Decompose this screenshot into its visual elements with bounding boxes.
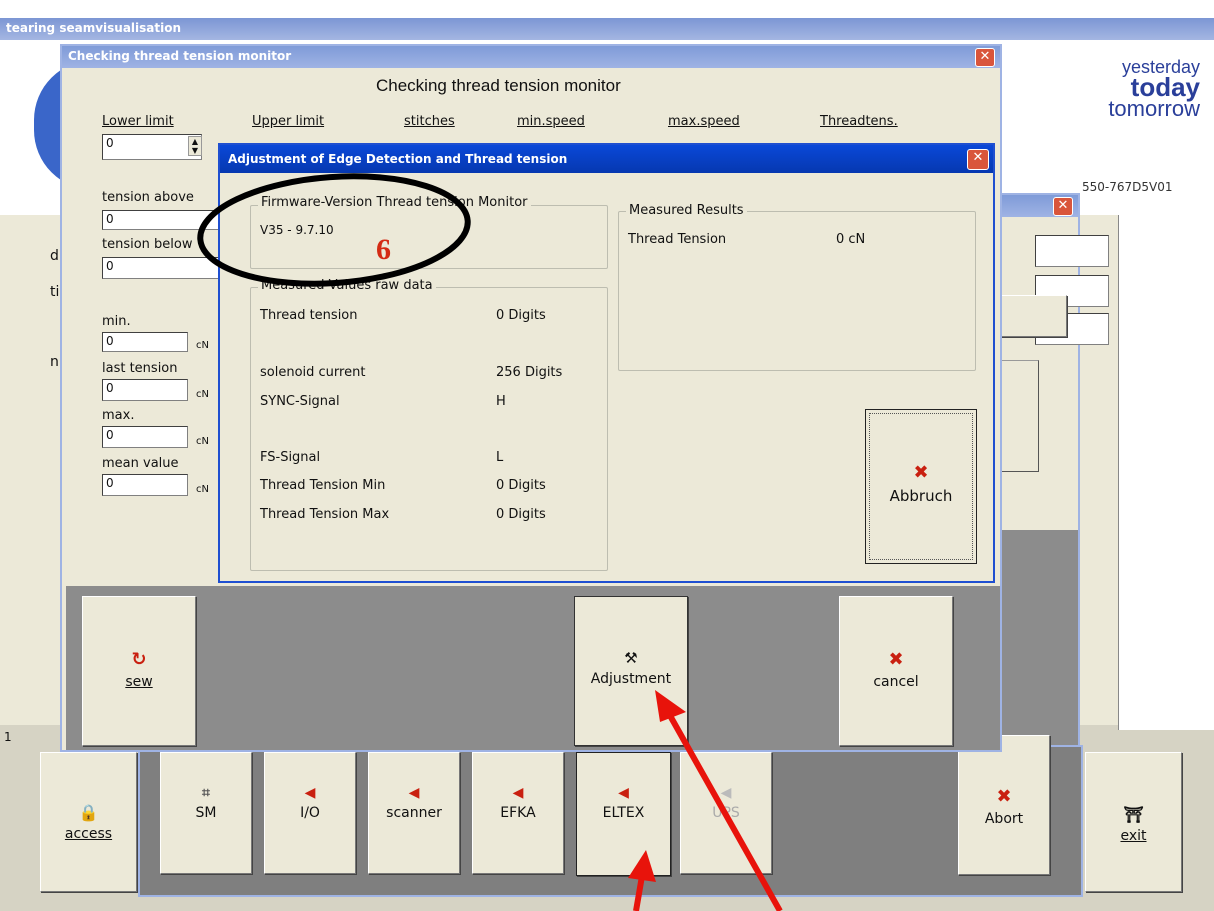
arrow-to-eltex-head <box>628 850 656 882</box>
arrow-to-eltex-line <box>633 875 645 911</box>
annotation-ellipse <box>197 173 471 287</box>
annotation-overlay <box>197 173 783 911</box>
arrow-to-adjustment-line <box>665 710 783 911</box>
arrow-to-adjustment-head <box>655 690 686 722</box>
